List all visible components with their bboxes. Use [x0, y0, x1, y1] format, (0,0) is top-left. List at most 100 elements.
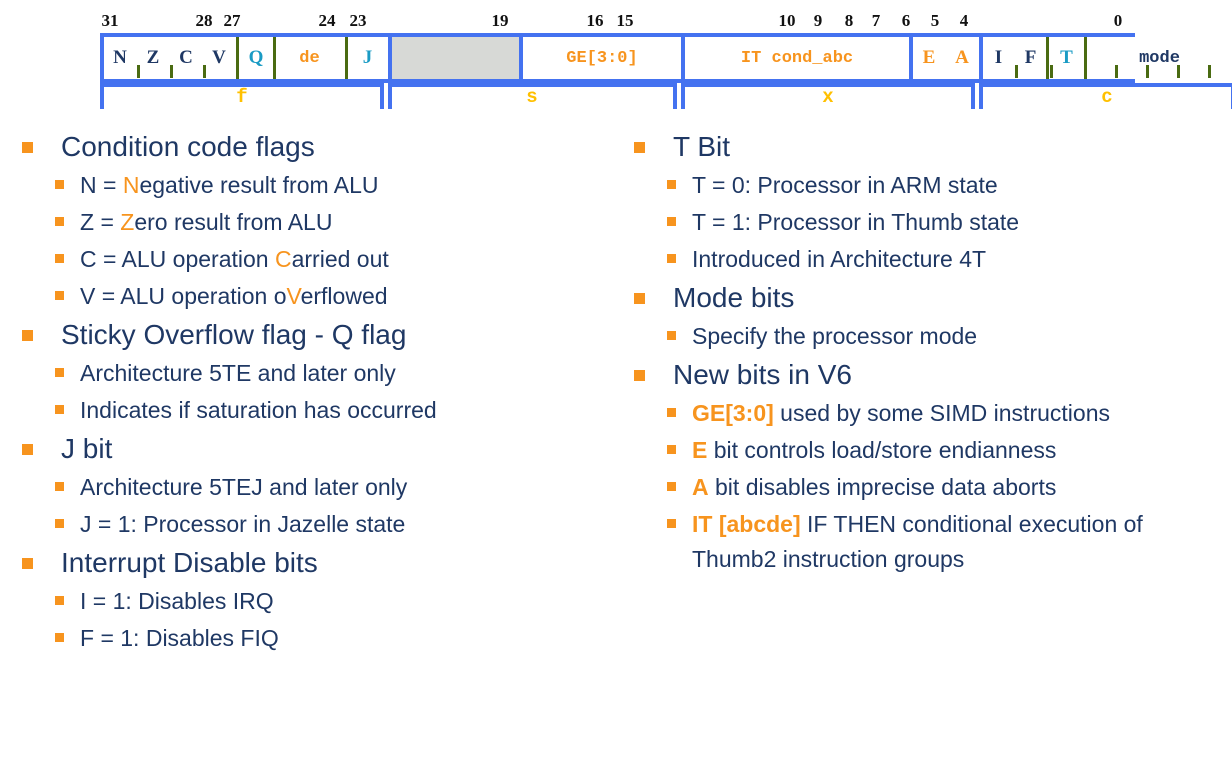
- bullet-square-icon: [55, 596, 64, 605]
- t-bit-item: Introduced in Architecture 4T: [667, 242, 1232, 277]
- sticky-overflow-item: Architecture 5TE and later only: [55, 356, 612, 391]
- highlight-letter: V: [286, 283, 301, 309]
- highlight-letter: Z: [120, 209, 135, 235]
- condition-code-flag-text-2: C = ALU operation Carried out: [80, 246, 389, 272]
- new-bits-v6-text-3: IT [abcde] IF THEN conditional execution…: [692, 511, 1143, 572]
- field-label-s: s: [526, 86, 538, 108]
- bracket-end-tick: [388, 83, 392, 109]
- new-bits-v6-item: A bit disables imprecise data aborts: [667, 470, 1232, 505]
- new-bits-v6-item: GE[3:0] used by some SIMD instructions: [667, 396, 1232, 431]
- condition-code-flag-text-0: N = Negative result from ALU: [80, 172, 379, 198]
- new-bits-v6-text-2: A bit disables imprecise data aborts: [692, 474, 1057, 500]
- reg-cell-n-flag: N: [104, 37, 137, 79]
- bit-number-8: 8: [844, 11, 854, 30]
- bit-separator: [1046, 37, 1049, 79]
- bullet-sticky-overflow: Sticky Overflow flag - Q flag: [22, 316, 612, 354]
- highlight-term: GE[3:0]: [692, 400, 774, 426]
- bit-number-15: 15: [616, 11, 634, 30]
- reg-cell-j-bit: J: [349, 37, 387, 79]
- bit-number-27: 27: [223, 11, 241, 30]
- reg-cell-it-cond-field: IT cond_abc: [685, 37, 909, 79]
- bullet-square-icon: [22, 330, 33, 341]
- bit-tick-mark: [1208, 65, 1211, 78]
- bullet-t-bit: T Bit: [634, 128, 1232, 166]
- new-bits-v6-item: IT [abcde] IF THEN conditional execution…: [667, 507, 1232, 577]
- bullet-square-icon: [667, 217, 676, 226]
- t-bit-text-2: Introduced in Architecture 4T: [692, 246, 987, 272]
- j-bit-text-0: Architecture 5TEJ and later only: [80, 474, 408, 500]
- t-bit-item: T = 1: Processor in Thumb state: [667, 205, 1232, 240]
- bracket-end-tick: [100, 83, 104, 109]
- j-bit-items: Architecture 5TEJ and later only J = 1: P…: [0, 470, 612, 542]
- left-column: Condition code flags N = Negative result…: [0, 128, 612, 658]
- highlight-letter: C: [274, 246, 292, 272]
- j-bit-text-1: J = 1: Processor in Jazelle state: [80, 511, 406, 537]
- reg-cell-i-bit: I: [983, 37, 1015, 79]
- reg-cell-f-bit: F: [1015, 37, 1047, 79]
- bit-number-0: 0: [1113, 11, 1123, 30]
- bit-tick-mark: [1146, 65, 1149, 78]
- sticky-overflow-text-0: Architecture 5TE and later only: [80, 360, 396, 386]
- t-bit-items: T = 0: Processor in ARM state T = 1: Proc…: [612, 168, 1232, 277]
- bullet-square-icon: [22, 558, 33, 569]
- bit-number-5: 5: [930, 11, 940, 30]
- heading-new-bits-v6: New bits in V6: [673, 359, 852, 390]
- bit-separator: [345, 37, 348, 79]
- heading-t-bit: T Bit: [673, 131, 731, 162]
- field-bracket-row: [100, 83, 1232, 109]
- bit-number-4: 4: [959, 11, 969, 30]
- bracket-end-tick: [979, 83, 983, 109]
- bit-tick-mark: [137, 65, 140, 78]
- condition-code-flag-items: N = Negative result from ALU Z = Zero res…: [0, 168, 612, 314]
- reg-cell-a-bit: A: [946, 37, 979, 79]
- mode-bits-item: Specify the processor mode: [667, 319, 1232, 354]
- bullet-square-icon: [634, 370, 645, 381]
- heading-interrupt-disable: Interrupt Disable bits: [61, 547, 318, 578]
- bit-number-10: 10: [778, 11, 796, 30]
- reg-cell-reserved: [392, 37, 519, 79]
- field-separator: [388, 37, 392, 79]
- condition-code-flag-item: V = ALU operation oVerflowed: [55, 279, 612, 314]
- heading-mode-bits: Mode bits: [673, 282, 795, 313]
- bit-number-16: 16: [586, 11, 604, 30]
- sticky-overflow-items: Architecture 5TE and later only Indicates…: [0, 356, 612, 428]
- bracket-end-tick: [673, 83, 677, 109]
- bullet-interrupt-disable: Interrupt Disable bits: [22, 544, 612, 582]
- bullet-square-icon: [667, 254, 676, 263]
- condition-code-flag-item: C = ALU operation Carried out: [55, 242, 612, 277]
- bullet-square-icon: [55, 217, 64, 226]
- heading-sticky-overflow: Sticky Overflow flag - Q flag: [61, 319, 407, 350]
- interrupt-disable-text-1: F = 1: Disables FIQ: [80, 625, 279, 651]
- t-bit-item: T = 0: Processor in ARM state: [667, 168, 1232, 203]
- new-bits-v6-item: E bit controls load/store endianness: [667, 433, 1232, 468]
- register-bit-box: N Z C V Qde J GE[3:0] IT cond_abc E A I F Tmode: [100, 33, 1231, 83]
- bit-separator: [273, 37, 276, 79]
- j-bit-item: J = 1: Processor in Jazelle state: [55, 507, 612, 542]
- bit-tick-mark: [203, 65, 206, 78]
- bit-number-31: 31: [101, 11, 119, 30]
- mode-bits-text-0: Specify the processor mode: [692, 323, 978, 349]
- t-bit-text-1: T = 1: Processor in Thumb state: [692, 209, 1020, 235]
- bullet-square-icon: [667, 331, 676, 340]
- highlight-term: A: [692, 474, 709, 500]
- bit-number-28: 28: [195, 11, 213, 30]
- bit-number-19: 19: [491, 11, 509, 30]
- bullet-square-icon: [667, 180, 676, 189]
- condition-code-flag-item: N = Negative result from ALU: [55, 168, 612, 203]
- interrupt-disable-item: I = 1: Disables IRQ: [55, 584, 612, 619]
- bullet-j-bit: J bit: [22, 430, 612, 468]
- reg-cell-q-flag: Q: [240, 37, 273, 79]
- interrupt-disable-text-0: I = 1: Disables IRQ: [80, 588, 274, 614]
- bracket-end-tick: [971, 83, 975, 109]
- bit-number-6: 6: [901, 11, 911, 30]
- condition-code-flag-text-3: V = ALU operation oVerflowed: [80, 283, 388, 309]
- bullet-square-icon: [55, 180, 64, 189]
- reg-cell-ge-field: GE[3:0]: [523, 37, 681, 79]
- reg-cell-v-flag: V: [203, 37, 236, 79]
- highlight-letter: N: [122, 172, 140, 198]
- bit-tick-mark: [1050, 65, 1053, 78]
- reg-cell-z-flag: Z: [137, 37, 170, 79]
- bullet-square-icon: [55, 291, 64, 300]
- bit-number-23: 23: [349, 11, 367, 30]
- bullet-square-icon: [55, 633, 64, 642]
